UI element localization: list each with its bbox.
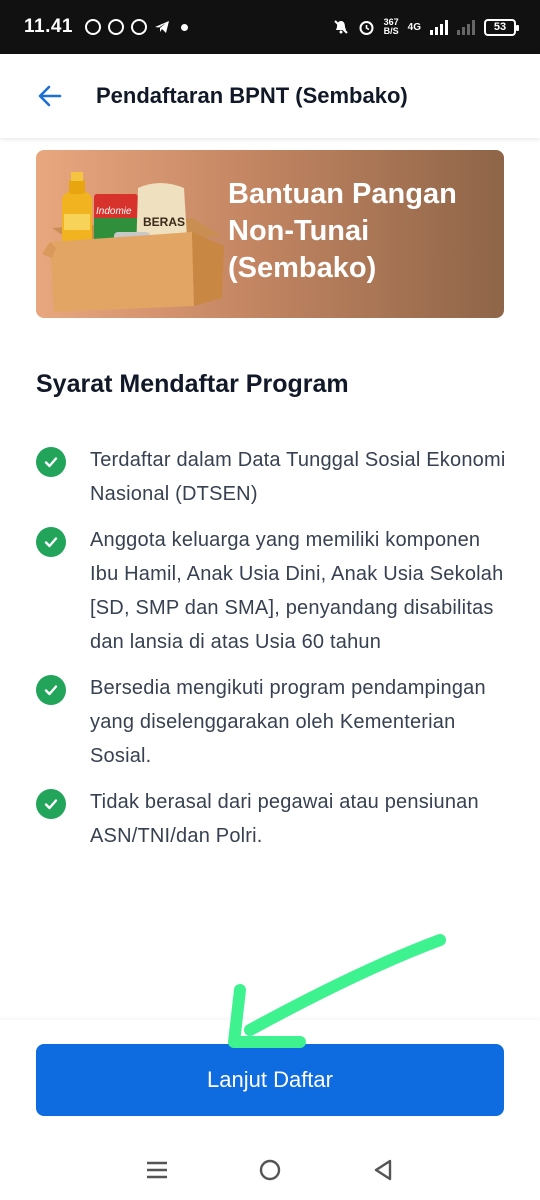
notification-icons — [85, 19, 188, 35]
beras-label: BERAS — [143, 215, 185, 229]
list-item: Bersedia mengikuti program pendampingan … — [36, 671, 506, 773]
back-button[interactable] — [20, 66, 80, 126]
recent-apps-button[interactable] — [137, 1150, 177, 1190]
status-time: 11.41 — [24, 16, 73, 37]
list-item: Anggota keluarga yang memiliki komponen … — [36, 523, 506, 659]
mute-icon — [333, 20, 348, 34]
check-circle-icon — [36, 675, 66, 705]
indomie-label: Indomie — [96, 206, 132, 217]
menu-lines-icon — [146, 1161, 167, 1179]
network-type: 4G — [407, 21, 421, 33]
system-icons: 367 B/S 4G 53 — [333, 18, 519, 36]
whatsapp-business-icon — [108, 19, 124, 35]
home-button[interactable] — [250, 1150, 290, 1190]
battery-icon: 53 — [484, 18, 519, 36]
footer: Lanjut Daftar — [0, 1020, 540, 1140]
more-notifications-dot — [181, 23, 188, 31]
requirement-text: Terdaftar dalam Data Tunggal Sosial Ekon… — [90, 449, 506, 505]
signal-secondary-icon — [457, 19, 475, 35]
check-circle-icon — [36, 447, 66, 477]
requirement-text: Bersedia mengikuti program pendampingan … — [90, 677, 486, 767]
alarm-icon — [359, 20, 374, 35]
net-speed: 367 B/S — [384, 18, 399, 36]
list-item: Terdaftar dalam Data Tunggal Sosial Ekon… — [36, 443, 506, 511]
whatsapp-icon — [85, 19, 101, 35]
list-item: Tidak berasal dari pegawai atau pensiuna… — [36, 785, 506, 853]
requirement-text: Tidak berasal dari pegawai atau pensiuna… — [90, 791, 479, 847]
check-circle-icon — [36, 789, 66, 819]
net-speed-unit: B/S — [383, 26, 399, 36]
continue-register-button[interactable]: Lanjut Daftar — [36, 1044, 504, 1116]
requirements-list: Terdaftar dalam Data Tunggal Sosial Ekon… — [36, 443, 506, 865]
system-nav-bar — [0, 1140, 540, 1200]
groceries-box-illustration: Indomie BERAS — [42, 172, 224, 312]
circle-home-icon — [259, 1159, 281, 1181]
telegram-icon — [155, 21, 169, 33]
arrow-left-icon — [38, 85, 62, 107]
signal-icon — [430, 19, 448, 35]
section-title: Syarat Mendaftar Program — [36, 370, 349, 398]
back-nav-button[interactable] — [363, 1150, 403, 1190]
page-title: Pendaftaran BPNT (Sembako) — [96, 83, 408, 108]
vpn-icon — [131, 19, 147, 35]
status-bar: 11.41 367 B/S 4G 53 — [0, 0, 540, 54]
check-circle-icon — [36, 527, 66, 557]
app-header: Pendaftaran BPNT (Sembako) — [0, 54, 540, 138]
banner-title: Bantuan Pangan Non-Tunai (Sembako) — [228, 178, 457, 284]
triangle-back-icon — [375, 1159, 392, 1181]
program-banner: Indomie BERAS Bantuan Pangan Non-Tunai (… — [36, 150, 504, 318]
requirement-text: Anggota keluarga yang memiliki komponen … — [90, 529, 504, 653]
